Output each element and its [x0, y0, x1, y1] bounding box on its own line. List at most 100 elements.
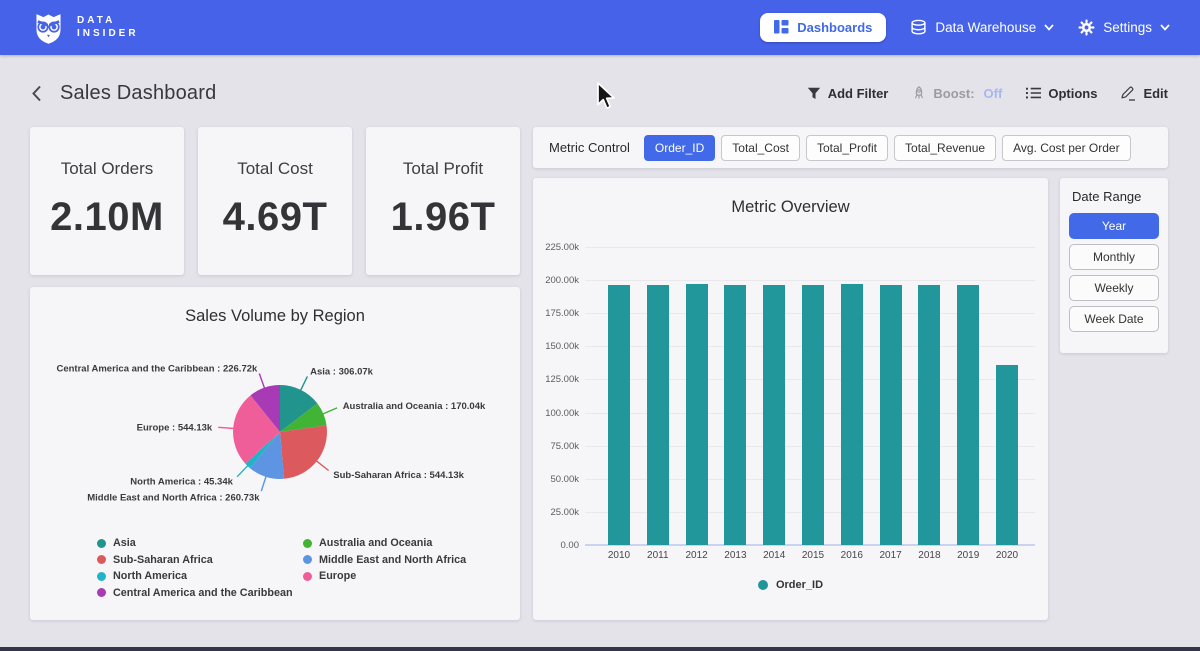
app-window: DATA INSIDER Dashboards — [0, 0, 1200, 651]
y-tick-label: 0.00 — [535, 540, 579, 551]
bottom-edge — [0, 647, 1200, 651]
gridline — [585, 280, 1035, 281]
options-label: Options — [1048, 86, 1097, 101]
options-button[interactable]: Options — [1026, 86, 1097, 101]
y-tick-label: 125.00k — [535, 374, 579, 385]
legend-dot — [97, 555, 106, 564]
x-tick-label: 2018 — [909, 550, 949, 561]
pie-legend-item-middle-east-and-north-africa[interactable]: Middle East and North Africa — [303, 554, 466, 566]
date-range-buttons: Year Monthly Weekly Week Date — [1069, 213, 1159, 332]
date-range-weekly[interactable]: Weekly — [1069, 275, 1159, 301]
metric-chip-avg-cost-per-order[interactable]: Avg. Cost per Order — [1002, 135, 1131, 161]
kpi-card: Total Profit 1.96T — [366, 127, 520, 275]
y-tick-label: 225.00k — [535, 242, 579, 253]
pie-legend-item-australia-and-oceania[interactable]: Australia and Oceania — [303, 537, 466, 549]
bar-2015 — [802, 285, 824, 545]
kpi-label: Total Profit — [403, 159, 483, 179]
boost-toggle[interactable]: Boost:Off — [912, 86, 1002, 101]
bar-2012 — [686, 284, 708, 545]
date-range-monthly[interactable]: Monthly — [1069, 244, 1159, 270]
boost-state: Off — [984, 86, 1003, 101]
header-actions: Add Filter Boost:Off Options — [807, 86, 1168, 101]
metric-control-label: Metric Control — [549, 140, 630, 155]
metric-chip-total-revenue[interactable]: Total_Revenue — [894, 135, 996, 161]
legend-dot — [97, 588, 106, 597]
pie-slice-label: Europe : 544.13k — [137, 422, 213, 433]
pie-legend-item-north-america[interactable]: North America — [97, 570, 293, 582]
legend-label: Europe — [319, 570, 356, 582]
gear-icon — [1078, 19, 1095, 36]
bar-2016 — [841, 284, 863, 545]
x-tick-label: 2019 — [948, 550, 988, 561]
bar-chart-title: Metric Overview — [533, 198, 1048, 217]
pie-legend-item-asia[interactable]: Asia — [97, 537, 293, 549]
date-range-year[interactable]: Year — [1069, 213, 1159, 239]
chevron-down-icon — [1044, 24, 1054, 31]
y-tick-label: 50.00k — [535, 474, 579, 485]
edit-label: Edit — [1143, 86, 1168, 101]
legend-dot — [303, 572, 312, 581]
back-button[interactable] — [26, 83, 46, 103]
bar-2018 — [918, 285, 940, 545]
kpi-card: Total Cost 4.69T — [198, 127, 352, 275]
legend-dot — [303, 539, 312, 548]
pie-slice-label: Australia and Oceania : 170.04k — [343, 401, 486, 412]
page-title: Sales Dashboard — [60, 82, 216, 105]
pie-leader-line — [218, 427, 234, 428]
brand-logo[interactable]: DATA INSIDER — [30, 9, 139, 46]
legend-series-label: Order_ID — [776, 579, 823, 591]
settings-menu[interactable]: Settings — [1078, 19, 1170, 36]
dashboards-label: Dashboards — [797, 20, 872, 35]
legend-dot — [97, 539, 106, 548]
bar-2017 — [880, 285, 902, 545]
brand-line1: DATA — [77, 16, 139, 26]
y-tick-label: 75.00k — [535, 441, 579, 452]
bar-chart-card: Metric Overview 0.0025.00k50.00k75.00k10… — [533, 178, 1048, 620]
legend-dot — [303, 555, 312, 564]
top-nav-items: Dashboards Data Warehouse — [760, 13, 1170, 42]
pie-leader-line — [316, 461, 329, 471]
dashboards-button[interactable]: Dashboards — [760, 13, 886, 42]
kpi-cards: Total Orders 2.10MTotal Cost 4.69TTotal … — [30, 127, 520, 275]
data-warehouse-label: Data Warehouse — [935, 20, 1036, 35]
metric-chip-total-cost[interactable]: Total_Cost — [721, 135, 800, 161]
legend-dot — [97, 572, 106, 581]
y-tick-label: 200.00k — [535, 275, 579, 286]
kpi-value: 4.69T — [223, 195, 328, 240]
dashboards-grid-icon — [774, 20, 789, 35]
metric-chip-order-id[interactable]: Order_ID — [644, 135, 715, 161]
date-range-week-date[interactable]: Week Date — [1069, 306, 1159, 332]
kpi-value: 2.10M — [50, 195, 164, 240]
pie-legend-item-sub-saharan-africa[interactable]: Sub-Saharan Africa — [97, 554, 293, 566]
add-filter-button[interactable]: Add Filter — [807, 86, 889, 101]
bar-plot: 0.0025.00k50.00k75.00k100.00k125.00k150.… — [585, 247, 1035, 545]
x-tick-label: 2011 — [638, 550, 678, 561]
database-icon — [910, 19, 927, 36]
bar-2010 — [608, 285, 630, 545]
metric-chip-total-profit[interactable]: Total_Profit — [806, 135, 888, 161]
legend-label: Middle East and North Africa — [319, 554, 466, 566]
pie-leader-line — [300, 376, 307, 390]
owl-logo-icon — [30, 9, 67, 46]
legend-label: Sub-Saharan Africa — [113, 554, 213, 566]
edit-button[interactable]: Edit — [1121, 86, 1168, 101]
data-warehouse-menu[interactable]: Data Warehouse — [910, 19, 1054, 36]
add-filter-label: Add Filter — [828, 86, 889, 101]
x-tick-label: 2015 — [793, 550, 833, 561]
y-tick-label: 175.00k — [535, 308, 579, 319]
pie-legend-item-central-america-and-the-caribbean[interactable]: Central America and the Caribbean — [97, 587, 293, 599]
pie-slice-label: Asia : 306.07k — [310, 367, 374, 378]
pie-slice-label: Middle East and North Africa : 260.73k — [87, 492, 260, 503]
kpi-label: Total Cost — [237, 159, 313, 179]
pie-leader-line — [259, 374, 264, 389]
pie-leader-line — [322, 408, 337, 414]
rocket-icon — [912, 86, 926, 100]
pie-leader-line — [237, 465, 248, 477]
page-header: Sales Dashboard Add Filter Boost:Off — [26, 75, 1168, 111]
bar-chart-legend[interactable]: Order_ID — [533, 579, 1048, 591]
pie-slice-label: Central America and the Caribbean : 226.… — [56, 363, 258, 374]
brand-line2: INSIDER — [77, 29, 139, 39]
pie-legend-item-europe[interactable]: Europe — [303, 570, 466, 582]
gridline — [585, 247, 1035, 248]
bar-2013 — [724, 285, 746, 545]
